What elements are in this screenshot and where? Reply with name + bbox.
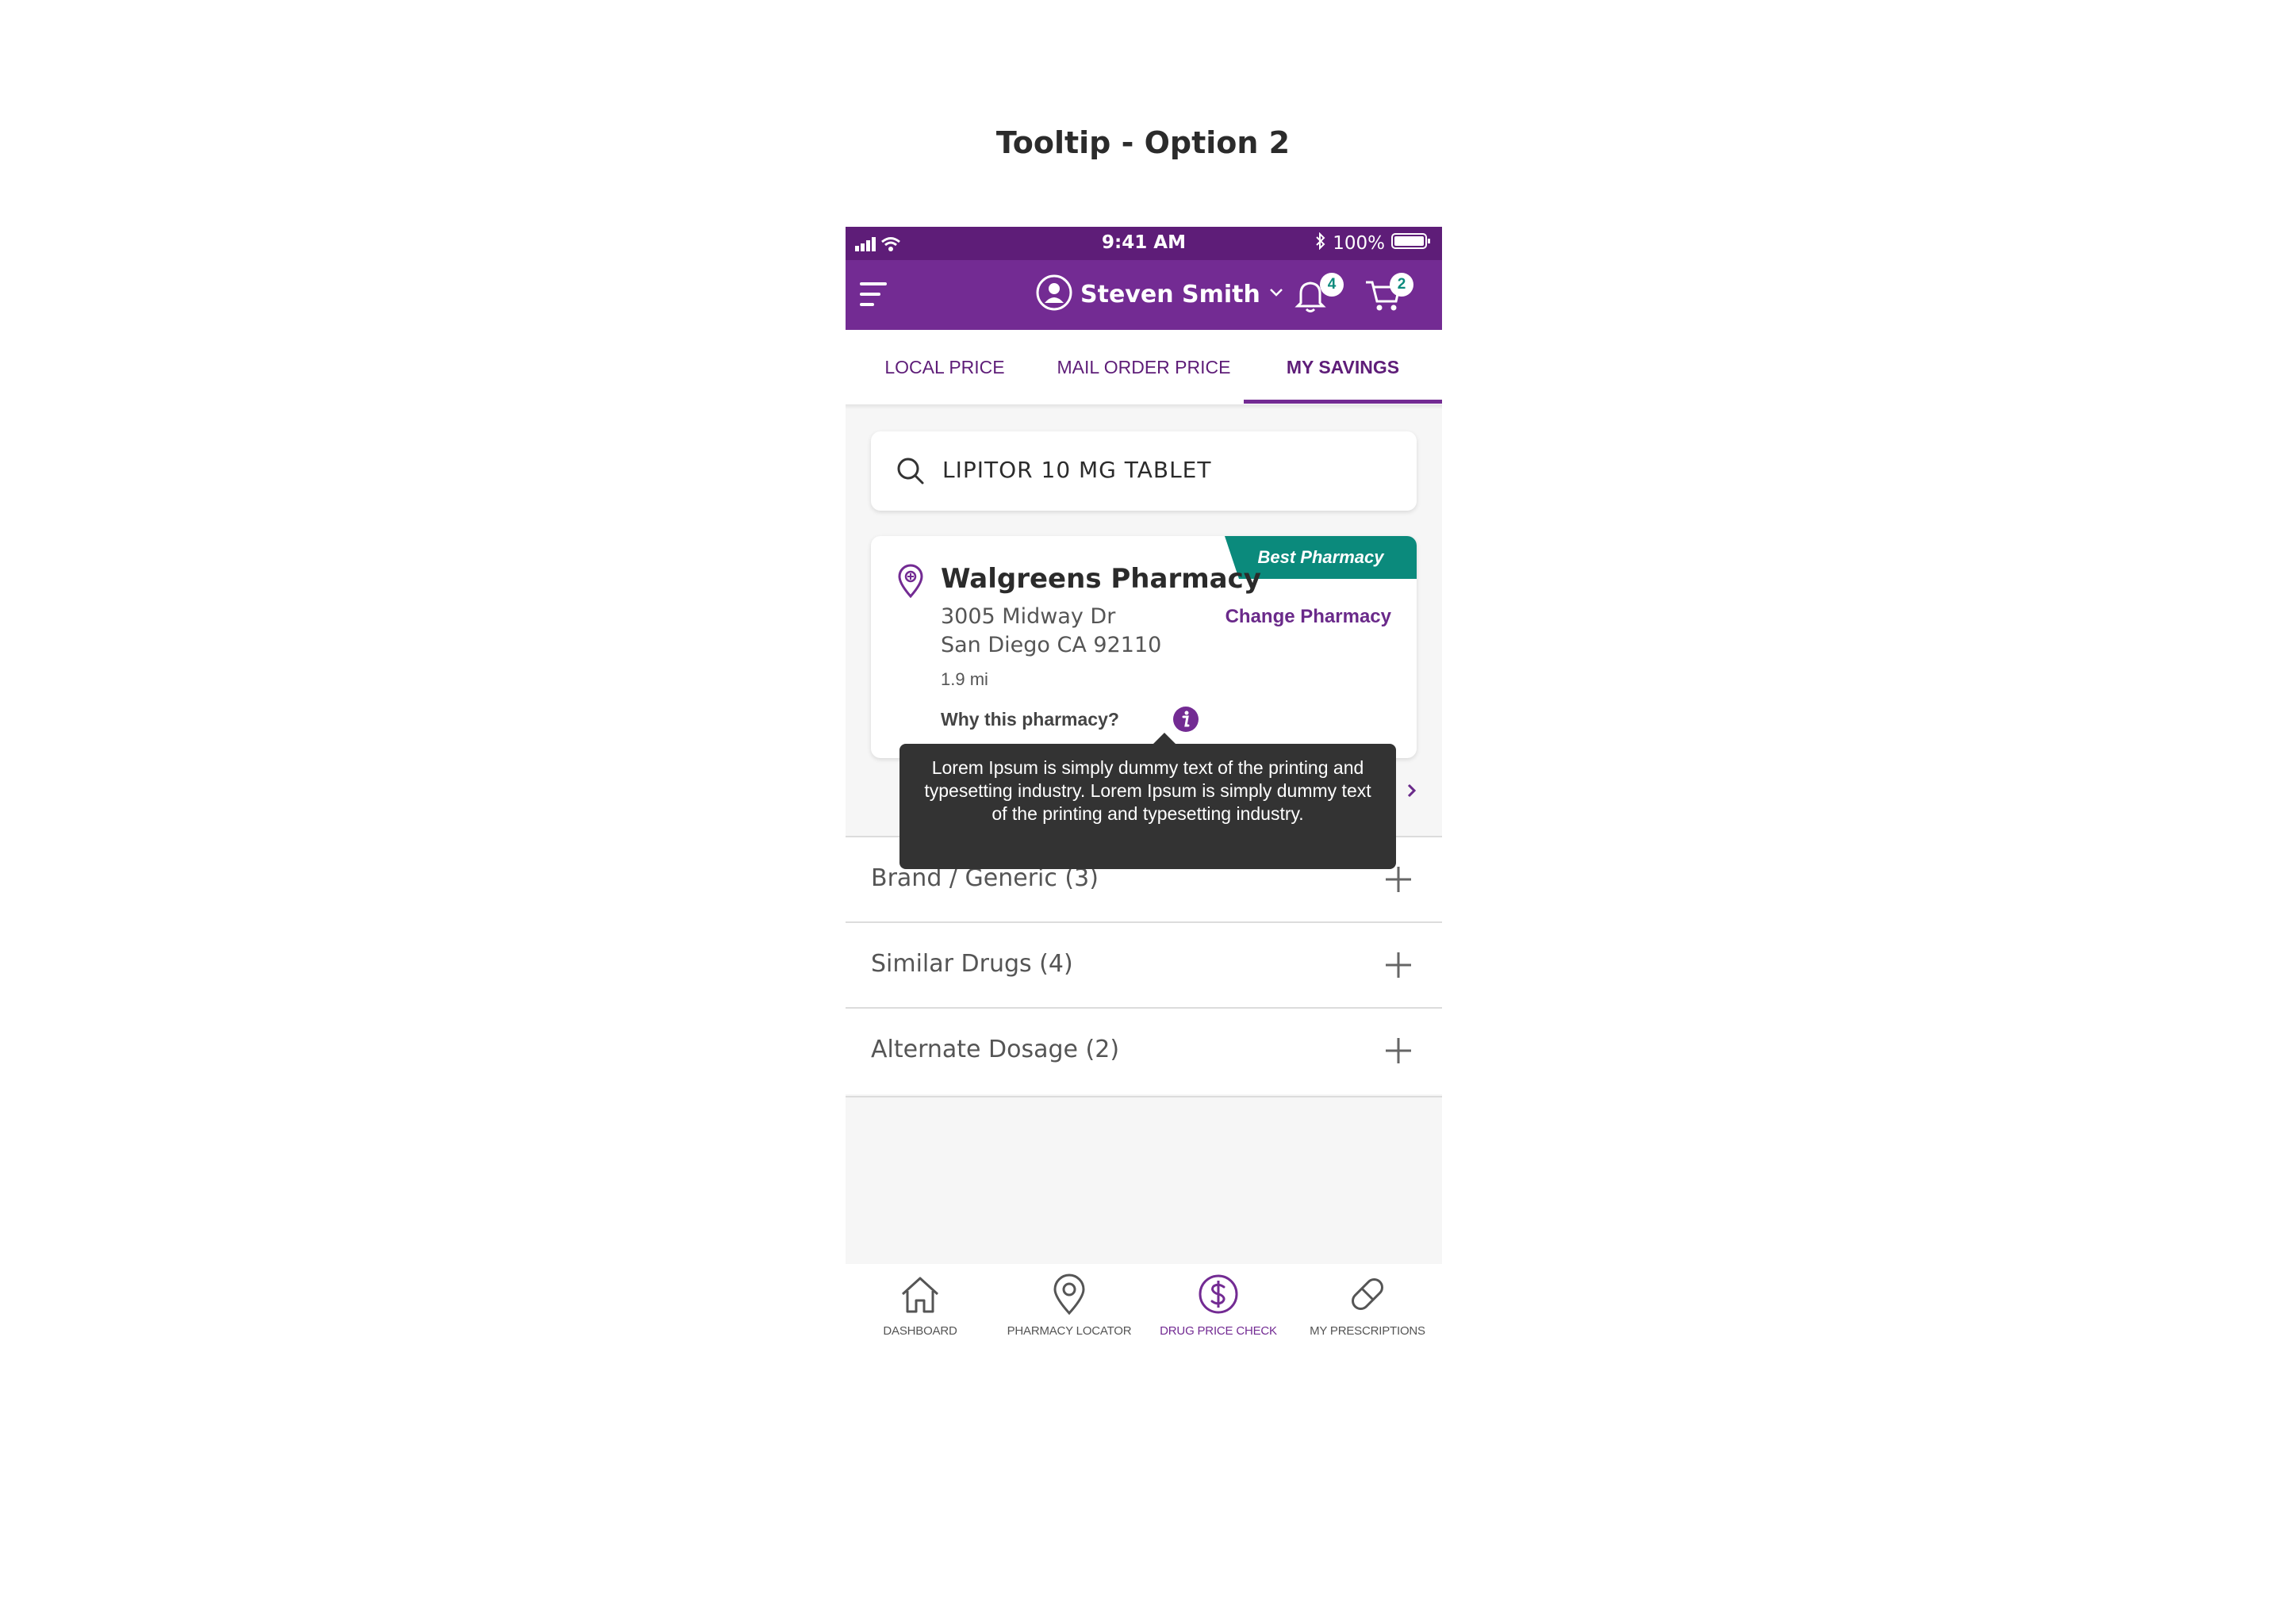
info-icon[interactable] bbox=[1172, 706, 1199, 737]
change-pharmacy-link[interactable]: Change Pharmacy bbox=[1225, 606, 1391, 628]
chevron-right-icon[interactable] bbox=[1406, 782, 1418, 804]
nav-dashboard[interactable]: DASHBOARD bbox=[846, 1264, 995, 1340]
page-title: Tooltip - Option 2 bbox=[995, 125, 1291, 160]
tooltip-arrow bbox=[1153, 733, 1176, 744]
plus-icon bbox=[1385, 866, 1412, 897]
user-name: Steven Smith bbox=[1080, 281, 1260, 308]
tabs-divider bbox=[846, 404, 1442, 409]
nav-label: DASHBOARD bbox=[883, 1324, 957, 1338]
notifications-button[interactable]: 4 bbox=[1295, 273, 1344, 318]
search-icon bbox=[896, 457, 925, 489]
accordion-divider bbox=[846, 1096, 1442, 1097]
pharmacy-address-line1: 3005 Midway Dr bbox=[941, 604, 1116, 629]
accordion-label: Alternate Dosage (2) bbox=[871, 1036, 1120, 1063]
chevron-down-icon bbox=[1268, 287, 1284, 302]
pharmacy-card: Best Pharmacy Walgreens Pharmacy 3005 Mi… bbox=[871, 536, 1417, 758]
pharmacy-distance: 1.9 mi bbox=[941, 669, 988, 689]
nav-label: PHARMACY LOCATOR bbox=[1007, 1324, 1132, 1338]
plus-icon bbox=[1385, 1037, 1412, 1068]
price-tabs: LOCAL PRICE MAIL ORDER PRICE MY SAVINGS bbox=[846, 330, 1442, 404]
cart-button[interactable]: 2 bbox=[1364, 273, 1413, 318]
nav-label: DRUG PRICE CHECK bbox=[1160, 1324, 1277, 1338]
home-icon bbox=[898, 1272, 942, 1320]
drug-search-field[interactable]: LIPITOR 10 MG TABLET bbox=[871, 431, 1417, 511]
battery-icon bbox=[1391, 232, 1431, 255]
user-avatar-icon bbox=[1036, 274, 1072, 315]
tab-my-savings[interactable]: MY SAVINGS bbox=[1244, 330, 1442, 404]
search-input-value: LIPITOR 10 MG TABLET bbox=[942, 457, 1212, 483]
why-this-pharmacy-label: Why this pharmacy? bbox=[941, 709, 1119, 730]
accordion-alternate-dosage[interactable]: Alternate Dosage (2) bbox=[846, 1007, 1442, 1094]
bluetooth-icon bbox=[1315, 232, 1326, 255]
hamburger-menu-icon[interactable] bbox=[860, 281, 888, 312]
nav-drug-price-check[interactable]: DRUG PRICE CHECK bbox=[1144, 1264, 1293, 1340]
user-switcher[interactable]: Steven Smith bbox=[1036, 274, 1284, 315]
pill-icon bbox=[1345, 1272, 1390, 1320]
phone-screen: 9:41 AM 100% Steven Smith 4 2 LOCAL PRIC… bbox=[846, 227, 1442, 1340]
status-bar: 9:41 AM 100% bbox=[846, 227, 1442, 260]
active-tab-indicator bbox=[1244, 400, 1442, 404]
bell-icon bbox=[1295, 282, 1329, 317]
nav-label: MY PRESCRIPTIONS bbox=[1310, 1324, 1425, 1338]
location-pin-icon bbox=[1047, 1272, 1091, 1320]
nav-my-prescriptions[interactable]: MY PRESCRIPTIONS bbox=[1293, 1264, 1442, 1340]
dollar-circle-icon bbox=[1196, 1272, 1241, 1320]
notifications-badge: 4 bbox=[1320, 273, 1344, 297]
pharmacy-address-line2: San Diego CA 92110 bbox=[941, 633, 1162, 657]
accordion-similar-drugs[interactable]: Similar Drugs (4) bbox=[846, 921, 1442, 1009]
battery-percent: 100% bbox=[1333, 233, 1385, 254]
pharmacy-name: Walgreens Pharmacy bbox=[941, 563, 1261, 595]
tab-local-price[interactable]: LOCAL PRICE bbox=[846, 330, 1044, 404]
app-header: Steven Smith 4 2 bbox=[846, 260, 1442, 330]
pharmacy-pin-icon bbox=[896, 563, 925, 602]
bottom-navigation: DASHBOARD PHARMACY LOCATOR DRUG PRICE CH… bbox=[846, 1264, 1442, 1340]
tab-mail-order-price[interactable]: MAIL ORDER PRICE bbox=[1044, 330, 1244, 404]
pharmacy-tooltip: Lorem Ipsum is simply dummy text of the … bbox=[899, 744, 1396, 869]
nav-pharmacy-locator[interactable]: PHARMACY LOCATOR bbox=[995, 1264, 1144, 1340]
cart-badge: 2 bbox=[1390, 273, 1413, 297]
cart-icon bbox=[1364, 281, 1404, 317]
plus-icon bbox=[1385, 952, 1412, 982]
accordion-label: Similar Drugs (4) bbox=[871, 950, 1073, 978]
